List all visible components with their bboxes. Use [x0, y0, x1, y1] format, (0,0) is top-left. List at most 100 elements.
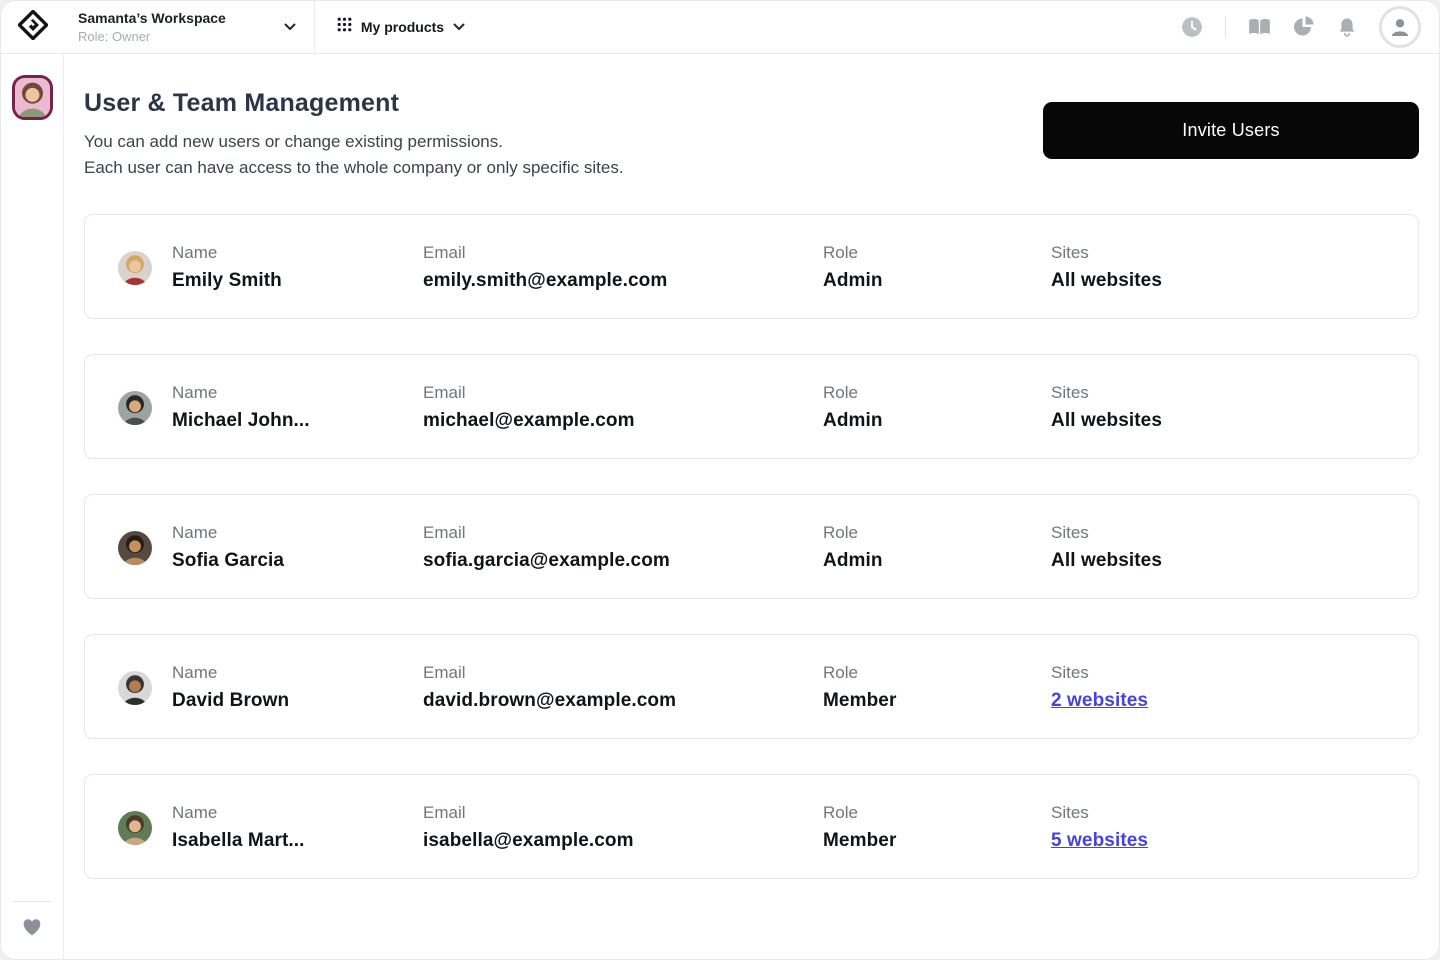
page-description-line1: You can add new users or change existing…	[84, 132, 503, 151]
role-label: Role	[823, 663, 858, 682]
user-avatar	[118, 251, 152, 285]
email-label: Email	[423, 663, 466, 682]
email-label: Email	[423, 383, 466, 402]
notifications-bell-icon[interactable]	[1337, 17, 1357, 37]
user-sites-field: Sites All websites	[1051, 383, 1162, 432]
sidebar-divider	[13, 901, 51, 902]
user-role-value: Admin	[823, 410, 883, 431]
user-name-value: Sofia Garcia	[172, 550, 285, 571]
user-email-value: emily.smith@example.com	[423, 270, 668, 291]
sidebar	[1, 54, 64, 959]
role-label: Role	[823, 803, 858, 822]
role-label: Role	[823, 523, 858, 542]
user-role-field: Role Admin	[823, 243, 883, 292]
user-name-field: Name Michael John...	[172, 383, 310, 432]
user-sites-value: All websites	[1051, 270, 1163, 291]
docs-book-icon[interactable]	[1248, 18, 1271, 36]
topbar-divider	[1225, 16, 1226, 38]
user-role-value: Admin	[823, 270, 883, 291]
user-email-field: Email david.brown@example.com	[423, 663, 676, 712]
sidebar-workspace-avatar[interactable]	[11, 75, 53, 120]
user-row: Name Michael John... Email michael@examp…	[84, 354, 1419, 459]
user-row: Name Isabella Mart... Email isabella@exa…	[84, 774, 1419, 879]
sites-label: Sites	[1051, 243, 1089, 262]
sites-label: Sites	[1051, 383, 1089, 402]
chevron-down-icon	[284, 18, 296, 36]
user-role-field: Role Admin	[823, 523, 883, 572]
user-name-field: Name Emily Smith	[172, 243, 282, 292]
brand-diamond-icon	[16, 8, 49, 45]
user-sites-value[interactable]: 2 websites	[1051, 690, 1148, 712]
app-logo[interactable]	[1, 8, 64, 45]
user-name-field: Name Sofia Garcia	[172, 523, 284, 572]
name-label: Name	[172, 243, 218, 262]
invite-users-button[interactable]: Invite Users	[1043, 102, 1419, 159]
user-name-value: Michael John...	[172, 410, 310, 431]
user-avatar	[118, 391, 152, 425]
user-role-field: Role Member	[823, 663, 896, 712]
user-name-value: David Brown	[172, 690, 290, 711]
user-name-field: Name David Brown	[172, 663, 289, 712]
user-sites-value: All websites	[1051, 410, 1163, 431]
role-label: Role	[823, 243, 858, 262]
clock-icon[interactable]	[1181, 16, 1203, 38]
workspace-text: Samanta’s Workspace Role: Owner	[78, 10, 226, 44]
app-window: Samanta’s Workspace Role: Owner My produ…	[0, 0, 1440, 960]
user-row: Name David Brown Email david.brown@examp…	[84, 634, 1419, 739]
page-description: You can add new users or change existing…	[84, 129, 624, 181]
account-avatar-icon[interactable]	[1379, 6, 1421, 48]
apps-grid-icon	[337, 17, 352, 37]
user-row: Name Emily Smith Email emily.smith@examp…	[84, 214, 1419, 319]
name-label: Name	[172, 383, 218, 402]
main-content: User & Team Management You can add new u…	[64, 54, 1439, 959]
user-sites-field: Sites All websites	[1051, 523, 1162, 572]
workspace-selector[interactable]: Samanta’s Workspace Role: Owner	[64, 1, 315, 53]
workspace-role: Role: Owner	[78, 29, 151, 44]
user-email-value: sofia.garcia@example.com	[423, 550, 670, 571]
user-sites-value[interactable]: 5 websites	[1051, 830, 1148, 852]
heart-icon[interactable]	[21, 917, 43, 942]
user-avatar	[118, 671, 152, 705]
user-role-value: Member	[823, 830, 897, 851]
role-label: Role	[823, 383, 858, 402]
pie-chart-icon[interactable]	[1293, 16, 1315, 38]
email-label: Email	[423, 523, 466, 542]
workspace-name: Samanta’s Workspace	[78, 10, 226, 26]
user-name-value: Isabella Mart...	[172, 830, 305, 851]
user-role-value: Member	[823, 690, 897, 711]
page-title: User & Team Management	[84, 89, 400, 117]
user-role-value: Admin	[823, 550, 883, 571]
name-label: Name	[172, 803, 218, 822]
user-email-field: Email sofia.garcia@example.com	[423, 523, 670, 572]
user-role-field: Role Member	[823, 803, 896, 852]
user-sites-value: All websites	[1051, 550, 1163, 571]
sites-label: Sites	[1051, 523, 1089, 542]
user-avatar	[118, 531, 152, 565]
email-label: Email	[423, 243, 466, 262]
user-rows: Name Emily Smith Email emily.smith@examp…	[84, 214, 1419, 879]
products-menu[interactable]: My products	[315, 1, 485, 53]
email-label: Email	[423, 803, 466, 822]
user-sites-field: Sites 5 websites	[1051, 803, 1148, 852]
user-role-field: Role Admin	[823, 383, 883, 432]
user-email-field: Email emily.smith@example.com	[423, 243, 667, 292]
page-header-text: User & Team Management You can add new u…	[84, 89, 624, 181]
topbar: Samanta’s Workspace Role: Owner My produ…	[1, 1, 1439, 54]
user-sites-field: Sites All websites	[1051, 243, 1162, 292]
sidebar-footer	[1, 901, 63, 959]
user-name-field: Name Isabella Mart...	[172, 803, 305, 852]
user-name-value: Emily Smith	[172, 270, 282, 291]
name-label: Name	[172, 663, 218, 682]
products-label: My products	[360, 19, 445, 35]
page-header: User & Team Management You can add new u…	[84, 89, 1419, 181]
user-email-field: Email isabella@example.com	[423, 803, 634, 852]
user-email-value: isabella@example.com	[423, 830, 634, 851]
sites-label: Sites	[1051, 663, 1089, 682]
sites-label: Sites	[1051, 803, 1089, 822]
user-row: Name Sofia Garcia Email sofia.garcia@exa…	[84, 494, 1419, 599]
page-description-line2: Each user can have access to the whole c…	[84, 158, 624, 177]
topbar-icons	[1181, 6, 1439, 48]
chevron-down-icon	[453, 18, 465, 36]
user-avatar	[118, 811, 152, 845]
user-email-value: david.brown@example.com	[423, 690, 677, 711]
